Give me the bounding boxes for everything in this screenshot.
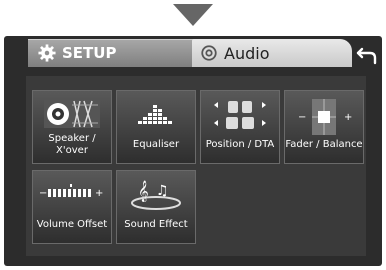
fader-balance-label: Fader / Balance	[285, 139, 363, 150]
svg-text:−: −	[39, 188, 47, 199]
audio-menu-panel: Speaker / X'over Equaliser Position / DT…	[26, 76, 366, 256]
position-dta-button[interactable]: Position / DTA	[200, 90, 280, 164]
down-arrow-icon	[173, 4, 213, 26]
sound-effect-label: Sound Effect	[124, 219, 188, 230]
audio-tab[interactable]: Audio	[192, 39, 352, 67]
speaker-icon	[44, 100, 100, 128]
gear-icon	[38, 44, 56, 62]
volume-offset-button[interactable]: − + Volume Offset	[32, 170, 112, 244]
equaliser-label: Equaliser	[132, 139, 180, 150]
speaker-xover-label-line1: Speaker /	[48, 133, 96, 144]
svg-text:−: −	[298, 112, 306, 123]
fader-balance-icon: − +	[298, 99, 352, 135]
seat-position-icon	[214, 101, 266, 129]
setup-tab[interactable]: SETUP	[28, 39, 194, 67]
volume-offset-icon: − +	[39, 184, 103, 199]
sound-effect-icon: 𝄞 ♫	[131, 181, 181, 210]
speaker-xover-label: Speaker / X'over	[33, 133, 111, 157]
svg-text:𝄞: 𝄞	[138, 181, 149, 202]
back-arrow-icon[interactable]	[356, 45, 378, 65]
equaliser-button[interactable]: Equaliser	[116, 90, 196, 164]
speaker-xover-button[interactable]: Speaker / X'over	[32, 90, 112, 164]
speaker-xover-label-line2: X'over	[56, 145, 88, 156]
audio-tab-label: Audio	[224, 43, 270, 63]
sound-effect-button[interactable]: 𝄞 ♫ Sound Effect	[116, 170, 196, 244]
setup-screen: SETUP Audio Speaker / X'over Equaliser P…	[4, 36, 382, 266]
volume-offset-label: Volume Offset	[36, 219, 108, 230]
fader-balance-button[interactable]: − + Fader / Balance	[284, 90, 364, 164]
svg-text:+: +	[344, 112, 352, 123]
header-bar: SETUP Audio	[4, 36, 382, 70]
svg-text:+: +	[95, 188, 103, 199]
svg-text:♫: ♫	[156, 183, 169, 199]
equaliser-icon	[138, 105, 172, 124]
setup-tab-label: SETUP	[62, 44, 117, 62]
position-dta-label: Position / DTA	[205, 139, 275, 150]
speaker-disc-icon	[201, 45, 217, 61]
